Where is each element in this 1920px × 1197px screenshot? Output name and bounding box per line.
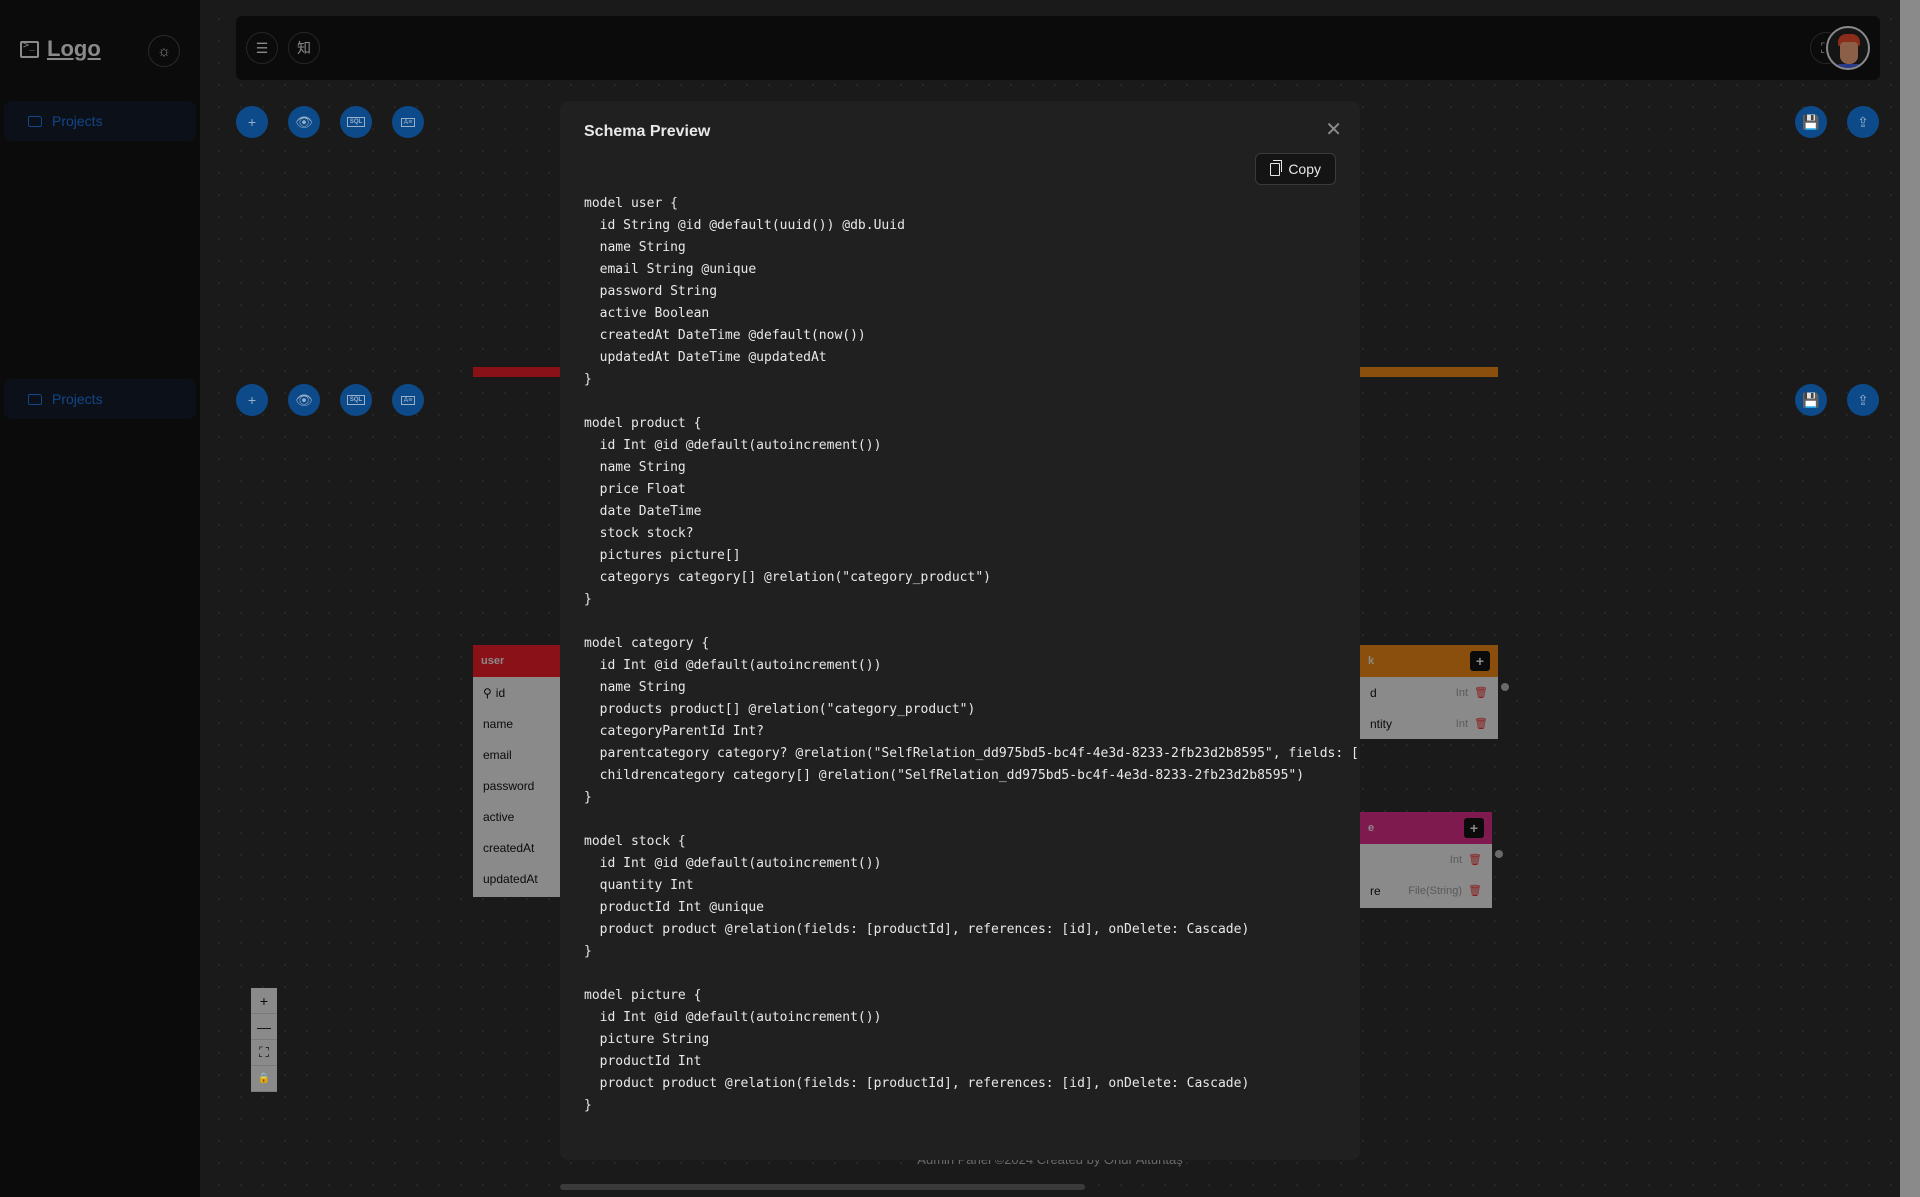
copy-icon: [1270, 159, 1283, 176]
schema-preview-modal: Schema Preview ✕ Copy model user { id St…: [560, 101, 1360, 1160]
copy-label: Copy: [1288, 161, 1321, 177]
modal-title: Schema Preview: [584, 123, 711, 140]
schema-code: model user { id String @id @default(uuid…: [584, 196, 1360, 1113]
close-button[interactable]: ✕: [1325, 117, 1342, 142]
app-root: Logo ☼ Projects Projects ☰ 知 ⛶: [0, 0, 1920, 1197]
close-icon: ✕: [1325, 119, 1342, 141]
copy-button[interactable]: Copy: [1255, 153, 1336, 185]
